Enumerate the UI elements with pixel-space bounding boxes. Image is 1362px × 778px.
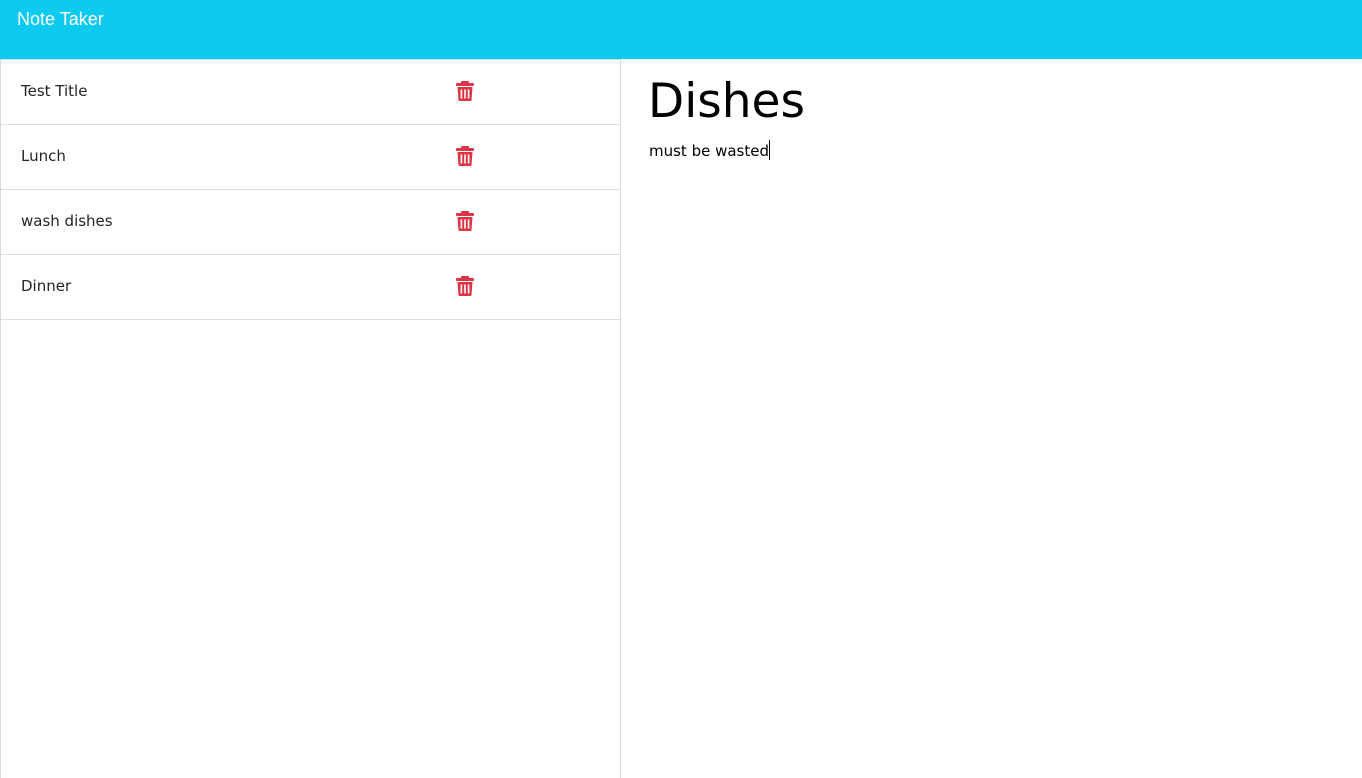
trash-icon <box>456 146 474 166</box>
navbar: Note Taker <box>0 0 1362 59</box>
delete-note-button[interactable] <box>456 276 474 296</box>
note-list-item-title: Dinner <box>21 277 72 295</box>
note-list-item-title: Lunch <box>21 147 66 165</box>
note-list-item[interactable]: Dinner <box>1 255 620 320</box>
note-list-panel: Test Title Lunch wash dishes Dinner <box>0 59 621 778</box>
note-list-item[interactable]: Lunch <box>1 125 620 190</box>
delete-note-button[interactable] <box>456 211 474 231</box>
note-list: Test Title Lunch wash dishes Dinner <box>1 59 620 320</box>
note-title-input[interactable] <box>648 73 1328 129</box>
note-list-item-title: wash dishes <box>21 212 113 230</box>
delete-note-button[interactable] <box>456 146 474 166</box>
note-list-item[interactable]: Test Title <box>1 59 620 125</box>
note-list-item[interactable]: wash dishes <box>1 190 620 255</box>
note-editor: must be wasted <box>622 59 1362 778</box>
note-list-item-title: Test Title <box>21 82 88 100</box>
trash-icon <box>456 81 474 101</box>
trash-icon <box>456 276 474 296</box>
note-body-textarea[interactable]: must be wasted <box>649 140 771 160</box>
delete-note-button[interactable] <box>456 81 474 101</box>
text-caret <box>769 140 771 160</box>
trash-icon <box>456 211 474 231</box>
navbar-brand[interactable]: Note Taker <box>17 9 104 30</box>
note-body-text: must be wasted <box>649 142 770 160</box>
